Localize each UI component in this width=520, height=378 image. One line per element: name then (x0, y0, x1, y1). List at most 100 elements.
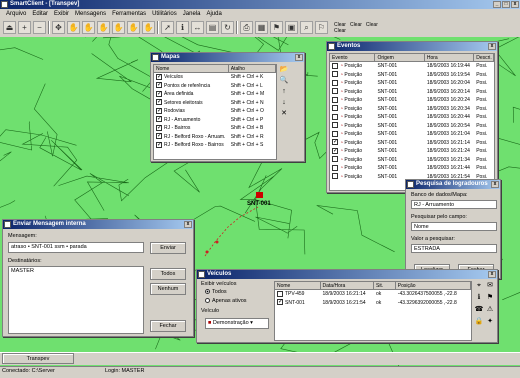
event-checkbox[interactable] (332, 147, 338, 155)
minimize-button[interactable]: _ (493, 1, 501, 8)
vehicle-icon[interactable]: ▣ (285, 21, 298, 34)
event-checkbox[interactable] (332, 122, 338, 129)
list-item[interactable]: RJ - Belford Roxo - Arruam. Shift + Ctrl … (154, 133, 276, 142)
table-row[interactable]: ◔ Posição SNT-001 18/9/2003 16:20:34 Posi. (330, 105, 494, 114)
veiculos-close-button[interactable]: x (488, 271, 496, 278)
toolbar-clear-label[interactable]: Clear (366, 22, 378, 28)
menu-item-exibir[interactable]: Exibir (54, 10, 69, 18)
col-atalho[interactable]: Atalho (229, 65, 276, 72)
hand-icon[interactable]: ✋ (82, 21, 95, 34)
col-descri[interactable]: Descri. (474, 54, 494, 61)
list-item[interactable]: Veículos Shift + Ctrl + K (154, 73, 276, 82)
menu-item-utilitários[interactable]: Utilitários (152, 10, 177, 18)
remove-icon[interactable]: ✕ (279, 109, 289, 119)
table-row[interactable]: ◔ Posição SNT-001 18/9/2003 16:20:04 Posi. (330, 79, 494, 88)
col-sit[interactable]: Sit. (374, 282, 396, 289)
radio-ativos-dot[interactable] (205, 298, 210, 304)
hand-icon[interactable]: ✋ (142, 21, 155, 34)
col-origem[interactable]: Origem (375, 54, 425, 61)
event-checkbox[interactable] (332, 130, 338, 137)
maximize-button[interactable]: □ (502, 1, 510, 8)
msg-fechar-button[interactable]: Fechar (150, 320, 186, 332)
event-checkbox[interactable] (332, 105, 338, 112)
table-row[interactable]: ◔ Posição SNT-001 18/9/2003 16:20:14 Posi. (330, 88, 494, 97)
route-icon[interactable]: ⚑ (485, 293, 495, 303)
table-row[interactable]: TPV-459 18/9/2003 16:21:14 ok -43.302643750… (275, 290, 471, 299)
close-button[interactable]: x (511, 1, 519, 8)
toolbar-clear-label[interactable]: Clear (334, 28, 346, 34)
layer-checkbox[interactable] (156, 116, 162, 124)
table-row[interactable]: ◔ Posição SNT-001 18/9/2003 16:19:54 Posi. (330, 71, 494, 80)
table-row[interactable]: ◔ PosiçãoSNT-001 18/9/2003 16:21:24 Posi. (330, 147, 494, 156)
col-posicao[interactable]: Posição (396, 282, 471, 289)
mensagem-close-button[interactable]: x (184, 221, 192, 228)
event-checkbox[interactable] (332, 164, 338, 171)
zoom-icon[interactable]: 🔍 (279, 76, 289, 86)
map-icon[interactable]: ▦ (255, 21, 268, 34)
hand-icon[interactable]: ✋ (67, 21, 80, 34)
list-item[interactable]: Pontos de referência Shift + Ctrl + L (154, 82, 276, 91)
refresh-icon[interactable]: ↻ (221, 21, 234, 34)
table-row[interactable]: SNT-001 18/9/2003 16:21:54 ok -43.329639200… (275, 299, 471, 308)
event-checkbox[interactable] (332, 79, 338, 86)
menu-item-arquivo[interactable]: Arquivo (6, 10, 26, 18)
list-item[interactable]: RJ - Bairros Shift + Ctrl + B (154, 124, 276, 133)
phone-icon[interactable]: ☎ (474, 305, 484, 315)
event-checkbox[interactable] (332, 173, 338, 180)
list-item[interactable]: RJ - Arruamento Shift + Ctrl + P (154, 116, 276, 125)
info-icon[interactable]: ℹ (474, 293, 484, 303)
event-checkbox[interactable] (332, 96, 338, 103)
toolbar-clear-label[interactable]: Clear (350, 22, 362, 28)
col-datahora[interactable]: Data/Hora (321, 282, 374, 289)
layer-checkbox[interactable] (156, 124, 162, 132)
layer-checkbox[interactable] (156, 82, 162, 90)
table-row[interactable]: ◔ Posição SNT-001 18/9/2003 16:21:04 Posi. (330, 130, 494, 139)
valor-input[interactable]: ESTRADA (411, 244, 497, 253)
distance-icon[interactable]: ↔ (191, 21, 204, 34)
info-icon[interactable]: ℹ (176, 21, 189, 34)
open-icon[interactable]: 📂 (279, 65, 289, 75)
event-checkbox[interactable] (332, 156, 338, 163)
hand-icon[interactable]: ✋ (127, 21, 140, 34)
table-row[interactable]: ◔ Posição SNT-001 18/9/2003 16:21:34 Posi. (330, 156, 494, 165)
key-icon[interactable]: ✦ (485, 317, 495, 327)
radio-ativos[interactable]: Apenas ativos (205, 298, 247, 304)
col-nome-v[interactable]: Nome (275, 282, 321, 289)
layer-checkbox[interactable] (156, 90, 162, 98)
menu-item-ajuda[interactable]: Ajuda (206, 10, 221, 18)
list-item[interactable]: Área definida Shift + Ctrl + M (154, 90, 276, 99)
pan-icon[interactable]: ✥ (52, 21, 65, 34)
campo-select[interactable]: Nome (411, 222, 497, 231)
layer-checkbox[interactable] (156, 141, 162, 149)
layer-checkbox[interactable] (156, 99, 162, 107)
event-checkbox[interactable] (332, 62, 338, 69)
radio-todos[interactable]: Todos (205, 289, 227, 295)
flag-icon[interactable]: ⚐ (315, 21, 328, 34)
menu-item-ferramentas[interactable]: Ferramentas (112, 10, 146, 18)
event-checkbox[interactable] (332, 113, 338, 120)
search-icon[interactable]: ⌕ (300, 21, 313, 34)
col-nome[interactable]: Nome (154, 65, 229, 72)
down-icon[interactable]: ↓ (279, 98, 289, 108)
layer-checkbox[interactable] (156, 107, 162, 115)
layer-checkbox[interactable] (156, 133, 162, 141)
list-item[interactable]: Setores eleitorais Shift + Ctrl + N (154, 99, 276, 108)
col-evento[interactable]: Evento (330, 54, 376, 61)
mapas-close-button[interactable]: x (295, 54, 303, 61)
table-row[interactable]: ◔ Posição SNT-001 18/9/2003 16:19:44 Posi. (330, 62, 494, 71)
col-hora[interactable]: Hora (425, 54, 475, 61)
menu-item-mensagens[interactable]: Mensagens (75, 10, 106, 18)
todos-button[interactable]: Todos (150, 268, 186, 280)
mail-icon[interactable]: ✉ (485, 281, 495, 291)
zoom-out-icon[interactable]: − (33, 21, 46, 34)
list-item[interactable]: Rodovias Shift + Ctrl + O (154, 107, 276, 116)
mensagem-input[interactable]: atraso • SNT-001 ssm • parada (8, 242, 144, 253)
taskbar-item-transpev[interactable]: Transpev (2, 353, 74, 364)
exit-icon[interactable]: ⏏ (3, 21, 16, 34)
banco-select[interactable]: RJ - Arruamento (411, 200, 497, 209)
vehicle-checkbox[interactable] (277, 299, 283, 307)
alert-icon[interactable]: ⚠ (485, 305, 495, 315)
enviar-button[interactable]: Enviar (150, 242, 186, 254)
list-item[interactable]: RJ - Belford Roxo - Bairros Shift + Ctrl … (154, 141, 276, 150)
table-row[interactable]: ◔ Posição SNT-001 18/9/2003 16:20:44 Posi. (330, 113, 494, 122)
